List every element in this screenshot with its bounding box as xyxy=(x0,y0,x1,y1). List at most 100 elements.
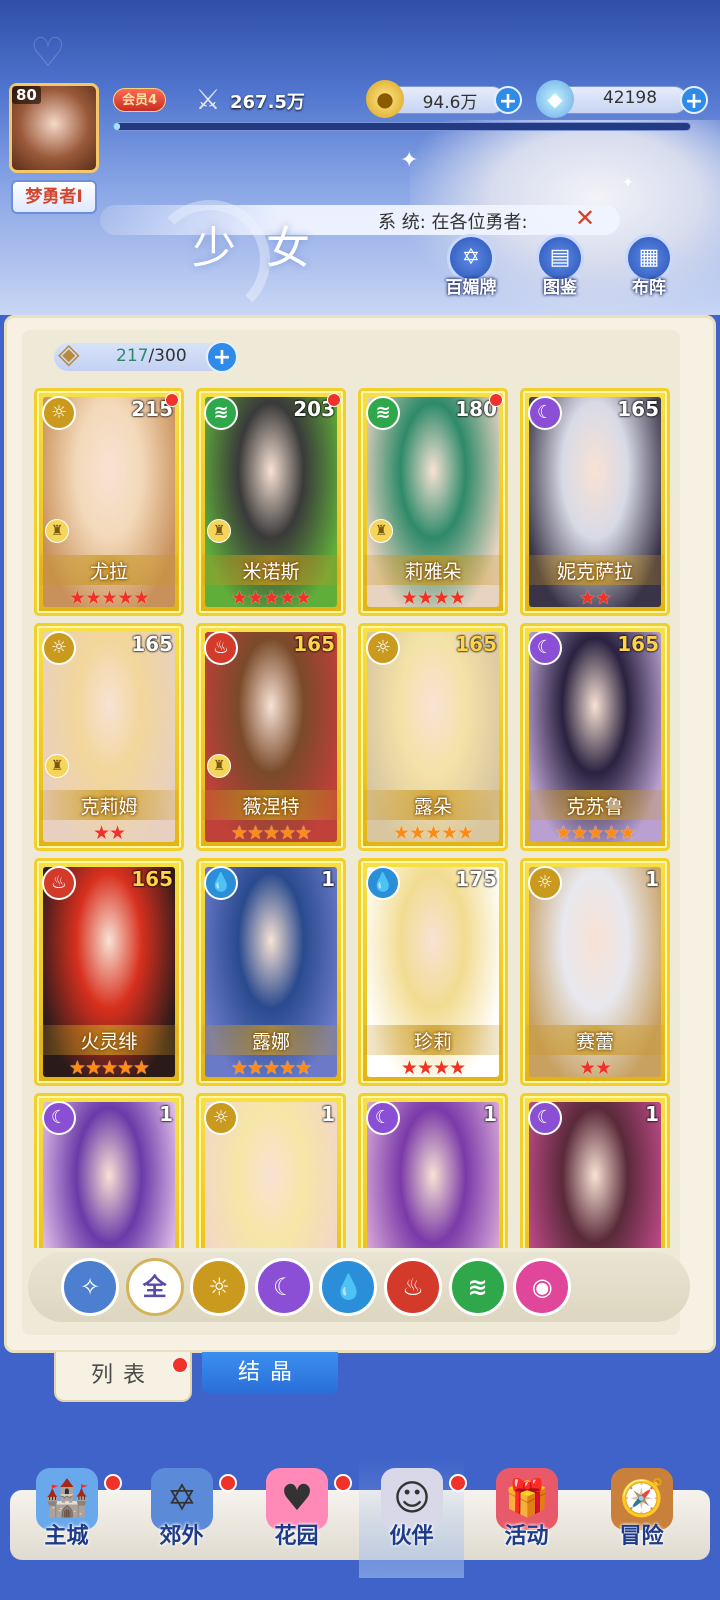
star-rating: ★★★★★ xyxy=(230,1057,312,1079)
nav-events[interactable]: 🎁 活动 xyxy=(474,1458,579,1578)
character-card[interactable]: ☼ 165 ♜ 克莉姆 ★★ xyxy=(34,623,184,851)
character-level: 165 xyxy=(131,867,173,891)
filter-fire-button[interactable]: ♨ xyxy=(384,1258,442,1316)
filter-water-button[interactable]: 💧 xyxy=(319,1258,378,1316)
power-value: 267.5万 xyxy=(230,92,305,113)
section-title: 少女 xyxy=(192,223,340,274)
character-grid: ☼ 215 ♜ 尤拉 ★★★★★ ≋ 203 ♜ 米诺斯 ★★★★★ ≋ 180 ♜ 莉雅朵 ★★★★ ☾ 16… xyxy=(34,388,674,1248)
nav-garden[interactable]: ♥ 花园 xyxy=(244,1458,352,1578)
character-card[interactable]: ♨ 165 火灵绯 ★★★★★ xyxy=(34,858,184,1086)
roster-count-max: /300 xyxy=(148,346,187,366)
grid-icon: ▦ xyxy=(638,245,660,270)
character-name: 露娜 xyxy=(251,1031,290,1053)
character-card[interactable]: ☾ 165 克苏鲁 ★★★★★ xyxy=(520,623,670,851)
character-name: 珍莉 xyxy=(413,1031,452,1053)
star-rating: ★★ xyxy=(92,822,126,844)
sun-icon: ☼ xyxy=(366,631,400,665)
character-name: 妮克萨拉 xyxy=(556,561,633,583)
character-card[interactable]: ☾ 1 xyxy=(358,1093,508,1248)
nav-main-city[interactable]: 🏰 主城 xyxy=(14,1458,122,1578)
tab-list[interactable]: 列表 xyxy=(54,1352,192,1402)
water-drop-icon: 💧 xyxy=(366,866,400,900)
character-card[interactable]: ☼ 165 露朵 ★★★★★ xyxy=(358,623,508,851)
character-card[interactable]: ☼ 215 ♜ 尤拉 ★★★★★ xyxy=(34,388,184,616)
system-message-text: 系 统: 在各位勇者: xyxy=(378,212,528,233)
character-card[interactable]: 💧 175 珍莉 ★★★★ xyxy=(358,858,508,1086)
character-level: 1 xyxy=(159,1102,173,1126)
chess-piece-icon: ♜ xyxy=(45,754,69,778)
expand-roster-button[interactable]: + xyxy=(206,341,238,373)
character-card[interactable]: ☾ 165 妮克萨拉 ★★ xyxy=(520,388,670,616)
character-level: 1 xyxy=(483,1102,497,1126)
filter-light-button[interactable]: ☼ xyxy=(190,1258,249,1316)
chess-piece-icon: ♜ xyxy=(207,519,231,543)
filter-spirit-button[interactable]: ◉ xyxy=(513,1258,572,1316)
character-card[interactable]: 💧 1 露娜 ★★★★★ xyxy=(196,858,346,1086)
add-gems-button[interactable]: + xyxy=(680,86,708,114)
filter-special-button[interactable]: ✧ xyxy=(61,1258,119,1316)
tab-crystal[interactable]: 结晶 xyxy=(202,1352,338,1394)
filter-dark-button[interactable]: ☾ xyxy=(254,1258,313,1316)
orb-icon: ◉ xyxy=(531,1273,553,1301)
character-level: 1 xyxy=(645,867,659,891)
roster-count-current: 217 xyxy=(116,346,149,366)
roster-count: 217/300 xyxy=(116,346,187,366)
wind-icon: ≋ xyxy=(204,396,238,430)
character-name: 火灵绯 xyxy=(80,1031,138,1053)
character-name: 尤拉 xyxy=(89,561,128,583)
character-level: 165 xyxy=(293,632,335,656)
vip-badge[interactable]: 会员4 xyxy=(113,88,167,112)
flame-icon: ♨ xyxy=(42,866,76,900)
star-rating: ★★★★★ xyxy=(68,1057,150,1079)
moon-icon: ☾ xyxy=(528,396,562,430)
player-name[interactable]: 梦勇者I xyxy=(11,180,97,214)
nav-partners[interactable]: ☺ 伙伴 xyxy=(359,1458,467,1578)
star-rating: ★★★★ xyxy=(400,1057,466,1079)
sparkle-icon: ✦ xyxy=(400,148,419,173)
notification-dot xyxy=(104,1474,122,1492)
winged-star-icon: ✧ xyxy=(79,1273,101,1301)
moon-icon: ☾ xyxy=(528,631,562,665)
character-level: 175 xyxy=(455,867,497,891)
notification-dot xyxy=(165,393,179,407)
character-card[interactable]: ≋ 203 ♜ 米诺斯 ★★★★★ xyxy=(196,388,346,616)
add-gold-button[interactable]: + xyxy=(494,86,522,114)
character-card[interactable]: ☼ 1 赛蕾 ★★ xyxy=(520,858,670,1086)
gems-value: 42198 xyxy=(602,88,658,108)
sun-icon: ☼ xyxy=(528,866,562,900)
book-icon: ▤ xyxy=(549,245,571,270)
chess-piece-icon: ♜ xyxy=(369,519,393,543)
character-card[interactable]: ♨ 165 ♜ 薇涅特 ★★★★★ xyxy=(196,623,346,851)
nav-outskirts[interactable]: ✡ 郊外 xyxy=(129,1458,237,1578)
notification-dot xyxy=(327,393,341,407)
formation-label: 布阵 xyxy=(632,278,666,298)
water-drop-icon: 💧 xyxy=(333,1273,364,1301)
sun-icon: ☼ xyxy=(42,631,76,665)
wind-icon: ≋ xyxy=(467,1273,488,1301)
star-rating: ★★★★★ xyxy=(230,587,312,609)
character-name: 露朵 xyxy=(413,796,452,818)
star-rating: ★★★★★ xyxy=(392,822,474,844)
notification-dot xyxy=(334,1474,352,1492)
character-card[interactable]: ☼ 1 xyxy=(196,1093,346,1248)
notification-dot xyxy=(219,1474,237,1492)
nav-label: 郊外 xyxy=(159,1524,204,1549)
close-message-icon[interactable]: ✕ xyxy=(575,204,595,232)
water-drop-icon: 💧 xyxy=(204,866,238,900)
star-rating: ★★★★★ xyxy=(554,822,636,844)
character-card[interactable]: ☾ 1 xyxy=(520,1093,670,1248)
character-card[interactable]: ☾ 1 xyxy=(34,1093,184,1248)
notification-dot xyxy=(449,1474,467,1492)
character-card[interactable]: ≋ 180 ♜ 莉雅朵 ★★★★ xyxy=(358,388,508,616)
gold-coin-icon: ● xyxy=(366,80,404,118)
nav-adventure[interactable]: 🧭 冒险 xyxy=(589,1458,694,1578)
chess-piece-icon: ♜ xyxy=(45,519,69,543)
moon-icon: ☾ xyxy=(42,1101,76,1135)
filter-wind-button[interactable]: ≋ xyxy=(448,1258,507,1316)
character-name: 米诺斯 xyxy=(242,561,300,583)
star-rating: ★★★★★ xyxy=(68,587,150,609)
crystal-gem-icon: ◆ xyxy=(536,80,574,118)
sword-shield-icon: ⚔ xyxy=(195,83,221,116)
filter-all-button[interactable]: 全 xyxy=(125,1258,184,1316)
chess-piece-icon: ♜ xyxy=(207,754,231,778)
